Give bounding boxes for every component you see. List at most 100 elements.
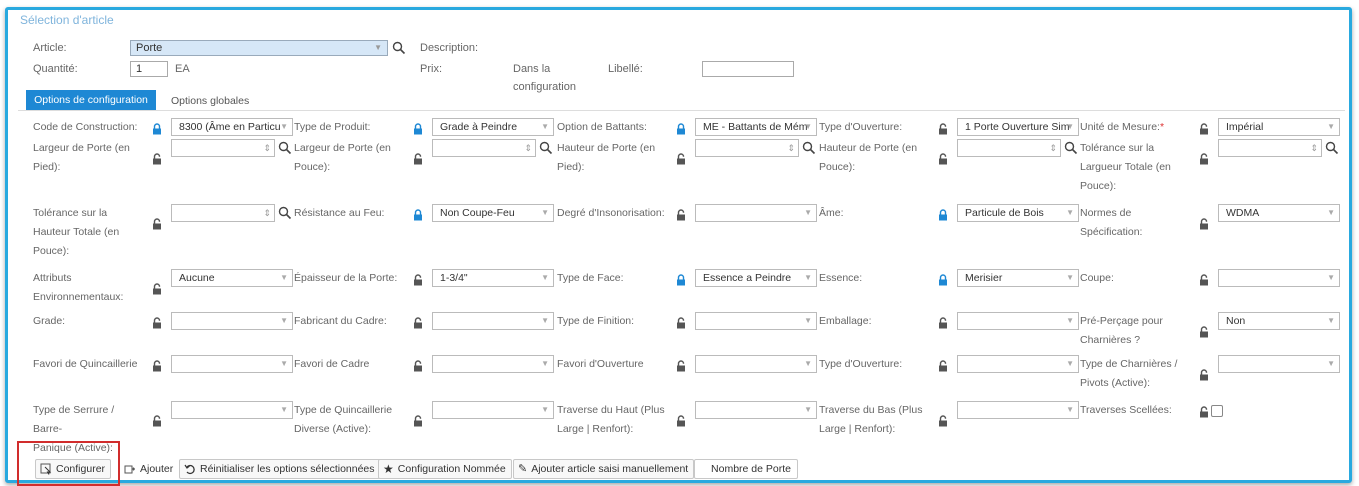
option-select[interactable]: Grade à Peindre ▼ xyxy=(432,118,554,136)
chevron-down-icon[interactable]: ▼ xyxy=(541,402,549,418)
chevron-down-icon[interactable]: ▼ xyxy=(804,119,812,135)
chevron-down-icon[interactable]: ▼ xyxy=(280,270,288,286)
spinner-icon[interactable]: ⇕ xyxy=(263,205,271,221)
chevron-down-icon[interactable]: ▼ xyxy=(280,119,288,135)
lock-open-icon[interactable] xyxy=(1198,153,1210,165)
option-select[interactable]: ▼ xyxy=(695,204,817,222)
lock-open-icon[interactable] xyxy=(151,317,163,329)
option-select[interactable]: ▼ xyxy=(957,312,1079,330)
lock-open-icon[interactable] xyxy=(937,317,949,329)
number-input[interactable]: ⇕ xyxy=(171,204,275,222)
lock-open-icon[interactable] xyxy=(151,153,163,165)
chevron-down-icon[interactable]: ▼ xyxy=(541,356,549,372)
lock-open-icon[interactable] xyxy=(151,415,163,427)
option-select[interactable]: Non ▼ xyxy=(1218,312,1340,330)
lock-open-icon[interactable] xyxy=(151,360,163,372)
option-select[interactable]: Impérial ▼ xyxy=(1218,118,1340,136)
chevron-down-icon[interactable]: ▼ xyxy=(1066,313,1074,329)
tab-configuration-options[interactable]: Options de configuration xyxy=(26,90,156,110)
lock-open-icon[interactable] xyxy=(937,123,949,135)
chevron-down-icon[interactable]: ▼ xyxy=(374,41,382,55)
chevron-down-icon[interactable]: ▼ xyxy=(1066,270,1074,286)
lock-open-icon[interactable] xyxy=(1198,274,1210,286)
lock-open-icon[interactable] xyxy=(412,274,424,286)
option-select[interactable]: Essence a Peindre ▼ xyxy=(695,269,817,287)
lock-open-icon[interactable] xyxy=(1198,326,1210,338)
lock-open-icon[interactable] xyxy=(675,360,687,372)
spinner-icon[interactable]: ⇕ xyxy=(787,140,795,156)
chevron-down-icon[interactable]: ▼ xyxy=(1066,119,1074,135)
chevron-down-icon[interactable]: ▼ xyxy=(804,313,812,329)
chevron-down-icon[interactable]: ▼ xyxy=(280,356,288,372)
chevron-down-icon[interactable]: ▼ xyxy=(804,270,812,286)
reset-options-button[interactable]: Réinitialiser les options sélectionnées xyxy=(179,459,381,479)
option-select[interactable]: ▼ xyxy=(171,401,293,419)
chevron-down-icon[interactable]: ▼ xyxy=(1066,402,1074,418)
chevron-down-icon[interactable]: ▼ xyxy=(1066,356,1074,372)
search-icon[interactable] xyxy=(278,206,292,220)
lock-open-icon[interactable] xyxy=(937,360,949,372)
lock-closed-icon[interactable] xyxy=(675,274,687,286)
add-manual-item-button[interactable]: ✎ Ajouter article saisi manuellement xyxy=(513,459,695,479)
lock-closed-icon[interactable] xyxy=(412,123,424,135)
option-select[interactable]: ▼ xyxy=(695,355,817,373)
option-select[interactable]: ▼ xyxy=(957,401,1079,419)
article-input[interactable]: Porte ▼ xyxy=(130,40,388,56)
option-select[interactable]: ▼ xyxy=(171,355,293,373)
lock-open-icon[interactable] xyxy=(675,317,687,329)
spinner-icon[interactable]: ⇕ xyxy=(1049,140,1057,156)
lock-open-icon[interactable] xyxy=(1198,406,1210,418)
search-icon[interactable] xyxy=(1064,141,1078,155)
chevron-down-icon[interactable]: ▼ xyxy=(1327,119,1335,135)
search-icon[interactable] xyxy=(278,141,292,155)
chevron-down-icon[interactable]: ▼ xyxy=(1327,205,1335,221)
lock-open-icon[interactable] xyxy=(412,317,424,329)
search-icon[interactable] xyxy=(539,141,553,155)
option-select[interactable]: ▼ xyxy=(1218,355,1340,373)
sealed-rails-checkbox[interactable] xyxy=(1211,405,1223,417)
option-select[interactable]: WDMA ▼ xyxy=(1218,204,1340,222)
lock-closed-icon[interactable] xyxy=(675,123,687,135)
lock-open-icon[interactable] xyxy=(1198,369,1210,381)
chevron-down-icon[interactable]: ▼ xyxy=(804,205,812,221)
number-input[interactable]: ⇕ xyxy=(1218,139,1322,157)
chevron-down-icon[interactable]: ▼ xyxy=(541,270,549,286)
search-icon[interactable] xyxy=(1325,141,1339,155)
option-select[interactable]: ▼ xyxy=(695,401,817,419)
chevron-down-icon[interactable]: ▼ xyxy=(804,356,812,372)
lock-open-icon[interactable] xyxy=(412,360,424,372)
lock-open-icon[interactable] xyxy=(675,415,687,427)
lock-open-icon[interactable] xyxy=(675,209,687,221)
search-icon[interactable] xyxy=(802,141,816,155)
option-select[interactable]: ▼ xyxy=(432,355,554,373)
chevron-down-icon[interactable]: ▼ xyxy=(1066,205,1074,221)
chevron-down-icon[interactable]: ▼ xyxy=(280,313,288,329)
lock-open-icon[interactable] xyxy=(937,415,949,427)
lock-open-icon[interactable] xyxy=(1198,123,1210,135)
lock-open-icon[interactable] xyxy=(937,153,949,165)
option-select[interactable]: 1 Porte Ouverture Sim ▼ xyxy=(957,118,1079,136)
number-input[interactable]: ⇕ xyxy=(957,139,1061,157)
named-configuration-button[interactable]: ★ Configuration Nommée xyxy=(378,459,512,479)
chevron-down-icon[interactable]: ▼ xyxy=(804,402,812,418)
option-select[interactable]: ▼ xyxy=(957,355,1079,373)
search-icon[interactable] xyxy=(392,41,406,55)
option-select[interactable]: ME - Battants de Mém ▼ xyxy=(695,118,817,136)
lock-closed-icon[interactable] xyxy=(412,209,424,221)
number-input[interactable]: ⇕ xyxy=(695,139,799,157)
chevron-down-icon[interactable]: ▼ xyxy=(541,205,549,221)
quantity-input[interactable]: 1 xyxy=(130,61,168,77)
option-select[interactable]: ▼ xyxy=(171,312,293,330)
lock-open-icon[interactable] xyxy=(412,415,424,427)
door-count-field[interactable]: Nombre de Porte xyxy=(694,459,798,479)
option-select[interactable]: Non Coupe-Feu ▼ xyxy=(432,204,554,222)
lock-open-icon[interactable] xyxy=(675,153,687,165)
chevron-down-icon[interactable]: ▼ xyxy=(1327,270,1335,286)
spinner-icon[interactable]: ⇕ xyxy=(263,140,271,156)
option-select[interactable]: Merisier ▼ xyxy=(957,269,1079,287)
lock-closed-icon[interactable] xyxy=(151,123,163,135)
chevron-down-icon[interactable]: ▼ xyxy=(541,119,549,135)
option-select[interactable]: 1-3/4" ▼ xyxy=(432,269,554,287)
spinner-icon[interactable]: ⇕ xyxy=(524,140,532,156)
option-select[interactable]: Particule de Bois ▼ xyxy=(957,204,1079,222)
